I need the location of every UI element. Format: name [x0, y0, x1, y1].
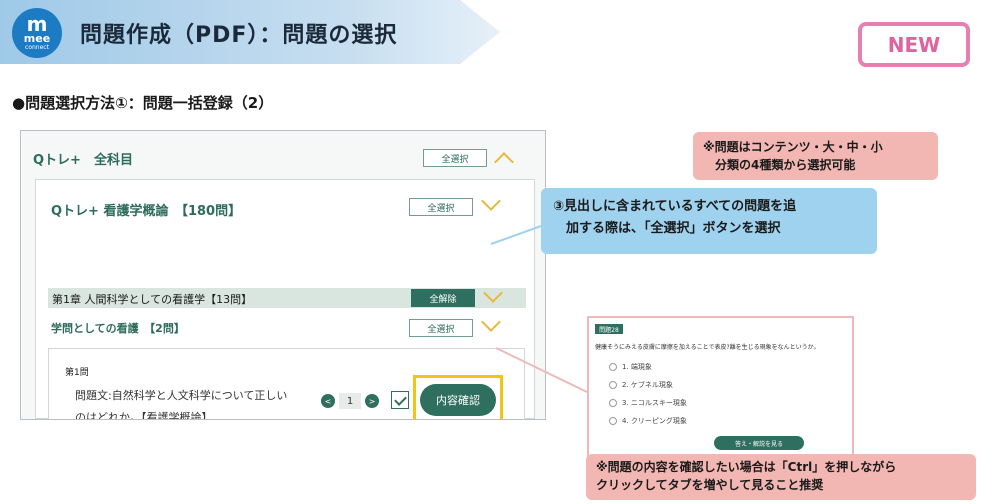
logo-connect-text: connect: [25, 44, 49, 51]
deselect-all-chapter-button[interactable]: 全解除: [411, 289, 475, 307]
chapter-label: 第1章 人間科学としての看護学【13問】: [52, 293, 253, 306]
radio-icon[interactable]: [609, 381, 617, 389]
chevron-down-icon[interactable]: [481, 312, 501, 332]
preview-option[interactable]: 3. ニコルスキー現象: [609, 398, 687, 408]
radio-icon[interactable]: [609, 399, 617, 407]
preview-show-answer-button[interactable]: 答え・解説を見る: [714, 436, 804, 450]
ctrl-click-note-line1: ※問題の内容を確認したい場合は「Ctrl」を押しながら: [596, 460, 897, 474]
logo-mee-text: mee: [23, 32, 51, 45]
select-all-unit-button[interactable]: 全選択: [409, 319, 473, 337]
pager-next-button[interactable]: >: [365, 394, 379, 408]
page-title: 問題作成（PDF）：問題の選択: [80, 23, 398, 48]
ctrl-click-note-line2: クリックしてタブを増やして見ること推奨: [596, 478, 824, 492]
preview-option[interactable]: 4. クリーピング現象: [609, 416, 687, 426]
chevron-down-icon[interactable]: [483, 283, 503, 303]
mee-connect-logo: m mee connect: [12, 8, 62, 58]
radio-icon[interactable]: [609, 363, 617, 371]
preview-question-tag: 問題28: [595, 324, 623, 334]
question-number: 第1問: [65, 368, 89, 378]
question-card: 第1問 問題文:自然科学と人文科学について正しいのはどれか｡【看護学概論】 < …: [48, 348, 525, 420]
preview-option-label: 4. クリーピング現象: [622, 417, 687, 425]
question-text: 問題文:自然科学と人文科学について正しいのはどれか｡【看護学概論】: [75, 389, 288, 420]
preview-option[interactable]: 2. ケブネル現象: [609, 380, 673, 390]
all-subjects-title: Qトレ+ 全科目: [33, 153, 133, 168]
section-heading: ●問題選択方法①：問題一括登録（2）: [12, 94, 274, 112]
subject-title: Qトレ+ 看護学概論 【180問】: [51, 204, 242, 219]
select-all-subjects-button[interactable]: 全選択: [423, 149, 487, 167]
preview-option-label: 1. 端現象: [622, 363, 652, 371]
question-selection-panel: Qトレ+ 全科目 全選択 Qトレ+ 看護学概論 【180問】 全選択 第1章 人…: [20, 130, 546, 420]
select-all-subject-button[interactable]: 全選択: [409, 198, 473, 216]
preview-option[interactable]: 1. 端現象: [609, 362, 652, 372]
select-all-instruction-line1: ③見出しに含まれているすべての問題を追: [553, 199, 797, 214]
select-all-instruction-line2: 加する際は、「全選択」ボタンを選択: [553, 221, 781, 236]
subject-section: Qトレ+ 看護学概論 【180問】 全選択 第1章 人間科学としての看護学【13…: [35, 179, 535, 419]
pager: < 1 >: [321, 393, 379, 409]
preview-option-label: 2. ケブネル現象: [622, 381, 673, 389]
radio-icon[interactable]: [609, 417, 617, 425]
new-badge: NEW: [858, 22, 970, 67]
preview-question-text: 健康そうにみえる皮膚に摩擦を加えることで表皮?離を生じる現象をなんというか。: [595, 344, 820, 351]
confirm-highlight-frame: 内容確認: [413, 375, 503, 419]
preview-option-label: 3. ニコルスキー現象: [622, 399, 687, 407]
content-types-note: ※問題はコンテンツ・大・中・小 分類の4種類から選択可能: [693, 132, 938, 180]
logo-m-text: m: [26, 12, 48, 36]
unit-label: 学問としての看護 【2問】: [51, 322, 185, 335]
chapter-row: 第1章 人間科学としての看護学【13問】 全解除: [48, 283, 526, 308]
select-all-instruction-callout: ③見出しに含まれているすべての問題を追 加する際は、「全選択」ボタンを選択: [541, 188, 877, 254]
chevron-up-icon[interactable]: [494, 152, 514, 172]
pager-prev-button[interactable]: <: [321, 394, 335, 408]
chevron-down-icon[interactable]: [481, 191, 501, 211]
question-preview: 問題28 健康そうにみえる皮膚に摩擦を加えることで表皮?離を生じる現象をなんとい…: [587, 316, 854, 464]
pager-page-number: 1: [339, 393, 361, 409]
question-checkbox[interactable]: [391, 391, 409, 409]
ctrl-click-note: ※問題の内容を確認したい場合は「Ctrl」を押しながら クリックしてタブを増やし…: [586, 454, 976, 500]
content-confirm-button[interactable]: 内容確認: [420, 384, 496, 416]
